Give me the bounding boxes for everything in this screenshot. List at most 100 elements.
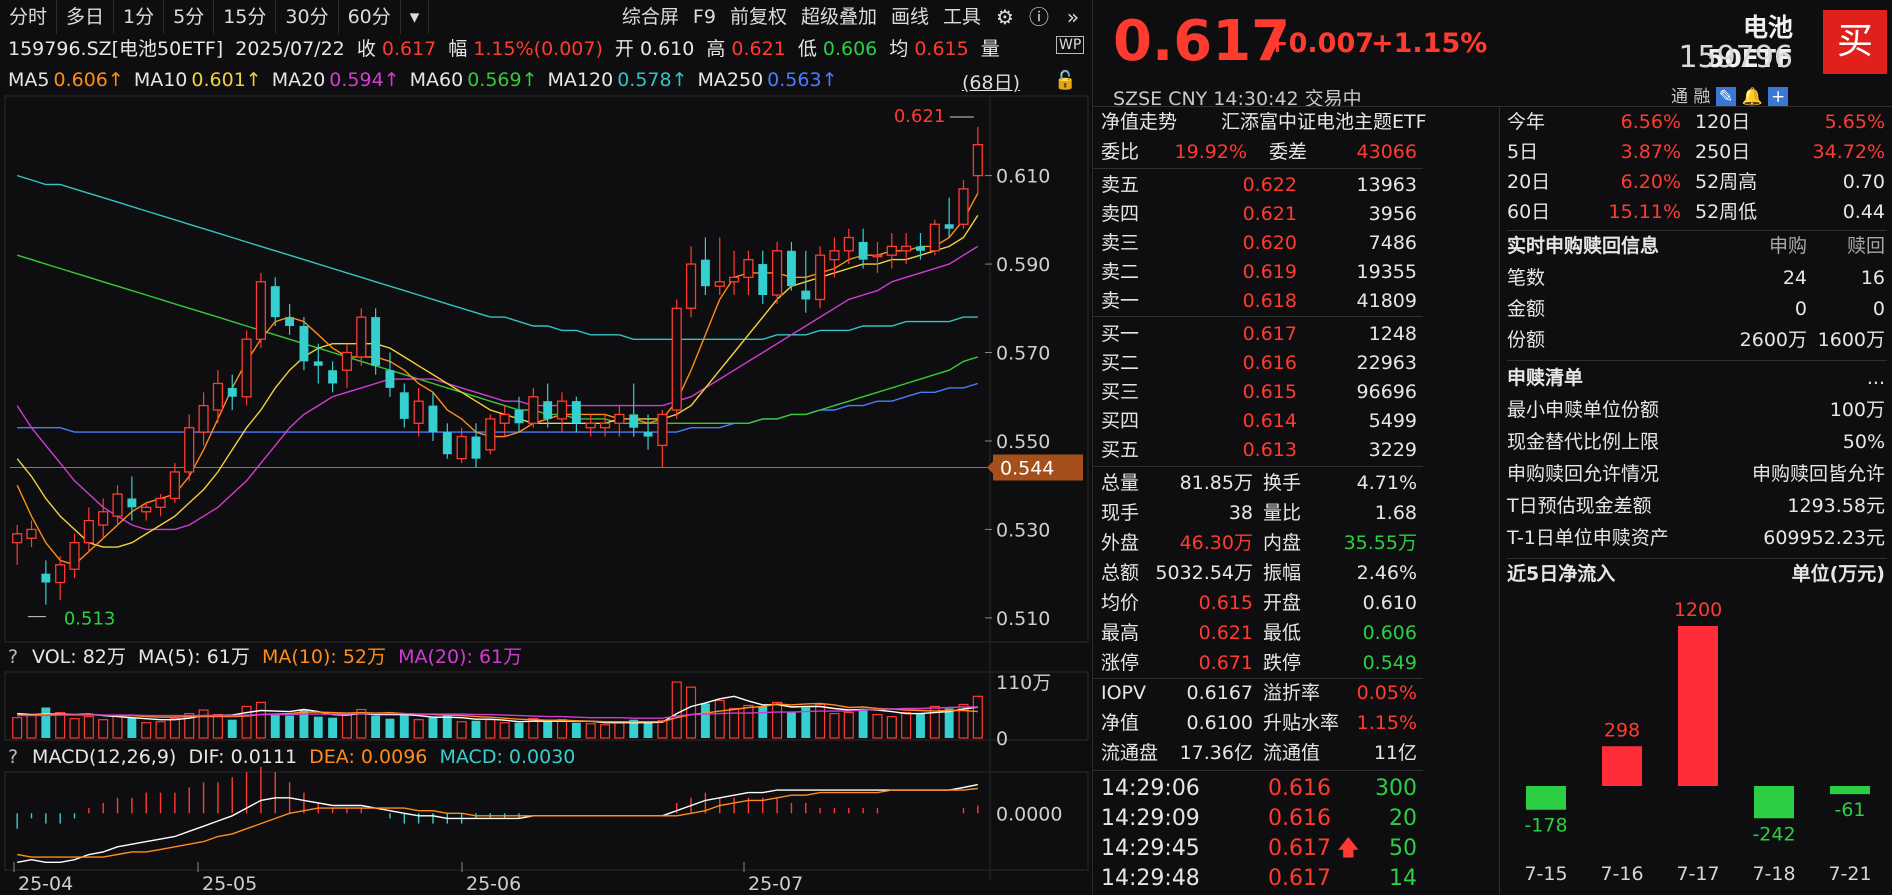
candle-body: [585, 422, 596, 429]
price-change-pct: +1.15%: [1371, 28, 1488, 59]
volume-bar: [514, 722, 524, 738]
cell: 17.36亿: [1179, 742, 1253, 764]
section-title: 申赎清单: [1507, 367, 1584, 389]
candle-body: [55, 564, 66, 584]
candle-body: [155, 497, 166, 508]
volume-bar: [285, 715, 295, 738]
stat-row: 涨停 0.671 跌停 0.549: [1101, 649, 1421, 678]
cell: 1.15%: [1356, 712, 1417, 734]
volume-bar: [700, 703, 710, 738]
volume-bar: [743, 704, 754, 739]
cell: 0: [1872, 298, 1885, 320]
tick-row: 14:29:48 0.617 14: [1101, 864, 1421, 894]
volume-bar: [471, 720, 481, 738]
cell: 0.615: [1242, 381, 1297, 403]
volume-bar: [686, 686, 697, 739]
cell: 0.621: [1242, 203, 1297, 225]
tick-price: 0.616: [1268, 776, 1331, 801]
cell: 96696: [1356, 381, 1417, 403]
cell: 5.65%: [1824, 111, 1885, 133]
candle-body: [26, 528, 37, 539]
cell: 120日: [1695, 111, 1751, 133]
cell: 0.606: [1362, 622, 1417, 644]
candle-body: [829, 250, 840, 261]
add-icon[interactable]: +: [1768, 87, 1789, 107]
volume-bar: [255, 701, 266, 739]
perf-row: 20日 6.20% 52周高 0.70: [1507, 168, 1887, 197]
fund-name: 汇添富中证电池主题ETF: [1221, 111, 1427, 133]
volume-bar: [772, 701, 783, 739]
cell: 6.56%: [1620, 111, 1681, 133]
volume-bar: [112, 715, 123, 739]
inflow-bar: [1830, 786, 1870, 795]
cell: 0.614: [1242, 410, 1297, 432]
candle-body: [958, 188, 969, 225]
cell: 笔数: [1507, 267, 1546, 289]
buy-button[interactable]: 买: [1823, 10, 1887, 74]
bid-row: 买五 0.613 3229: [1101, 436, 1421, 465]
subscribe-row: 笔数 24 16: [1507, 264, 1887, 293]
cell: 1.68: [1374, 502, 1417, 524]
candle-body: [69, 542, 80, 570]
candle-body: [127, 498, 137, 508]
cell: 250日: [1695, 141, 1751, 163]
cell: 19355: [1356, 261, 1417, 283]
volume-tick-label: 0: [996, 728, 1008, 750]
volume-bar: [198, 709, 209, 739]
inflow-bar: [1602, 746, 1642, 786]
volume-bar: [944, 708, 954, 738]
volume-bar: [786, 711, 796, 738]
cell: 1248: [1368, 323, 1417, 345]
volume-bar: [758, 706, 768, 738]
volume-bar: [26, 714, 37, 739]
bid-row: 买四 0.614 5499: [1101, 407, 1421, 436]
more-button: ...: [1866, 367, 1885, 389]
cell: 52周高: [1695, 171, 1758, 193]
volume-bar: [55, 711, 66, 739]
sublist-header: 申赎清单...: [1507, 364, 1887, 393]
cell: 赎回: [1846, 235, 1885, 257]
divider: [1093, 168, 1423, 169]
volume-bar: [872, 714, 883, 739]
inflow-value-label: 1200: [1674, 599, 1722, 621]
price-tick-label: 0.610: [996, 166, 1050, 188]
help-icon[interactable]: ?: [8, 744, 26, 770]
candle-body: [227, 387, 237, 397]
cell: 34.72%: [1812, 141, 1885, 163]
price-pane-border: [4, 95, 1089, 643]
volume-bar: [714, 699, 725, 739]
ask-row: 卖二 0.619 19355: [1101, 258, 1421, 287]
candle-body: [371, 317, 381, 366]
bid-row: 买三 0.615 96696: [1101, 378, 1421, 407]
cell: 6.20%: [1620, 171, 1681, 193]
candle-body: [629, 414, 639, 428]
ma60-line: [16, 254, 979, 424]
inflow-date-label: 7-15: [1524, 863, 1567, 885]
section-title: 近5日净流入: [1507, 563, 1616, 585]
perf-row: 60日 15.11% 52周低 0.44: [1507, 198, 1887, 227]
volume-bar: [657, 720, 668, 739]
divider: [1093, 106, 1892, 107]
high-annotation: 0.621: [894, 106, 946, 127]
candle-body: [341, 351, 353, 371]
tick-row: 14:29:45 0.617 🡅 50: [1101, 834, 1421, 864]
candle-body: [385, 370, 395, 388]
cell: 卖三: [1101, 232, 1140, 254]
inflow-date-label: 7-18: [1752, 863, 1795, 885]
divider: [1093, 770, 1423, 771]
volume-bar: [858, 710, 868, 738]
cell: 35.55万: [1343, 532, 1417, 554]
unit-label: 单位(万元): [1791, 563, 1885, 585]
divider: [1093, 466, 1423, 467]
volume-bar: [829, 712, 840, 739]
candle-body: [471, 436, 481, 459]
bell-icon[interactable]: 🔔: [1741, 87, 1762, 107]
cell: 0.616: [1242, 352, 1297, 374]
pencil-icon[interactable]: ✎: [1715, 87, 1737, 107]
volume-legend: ? VOL: 82万 MA(5): 61万 MA(10): 52万 MA(20)…: [8, 644, 523, 670]
volume-tick-label: 110万: [996, 672, 1051, 694]
volume-bar: [169, 718, 180, 739]
candle-body: [801, 290, 811, 300]
help-icon[interactable]: ?: [8, 644, 26, 670]
volume-bar: [815, 703, 826, 739]
